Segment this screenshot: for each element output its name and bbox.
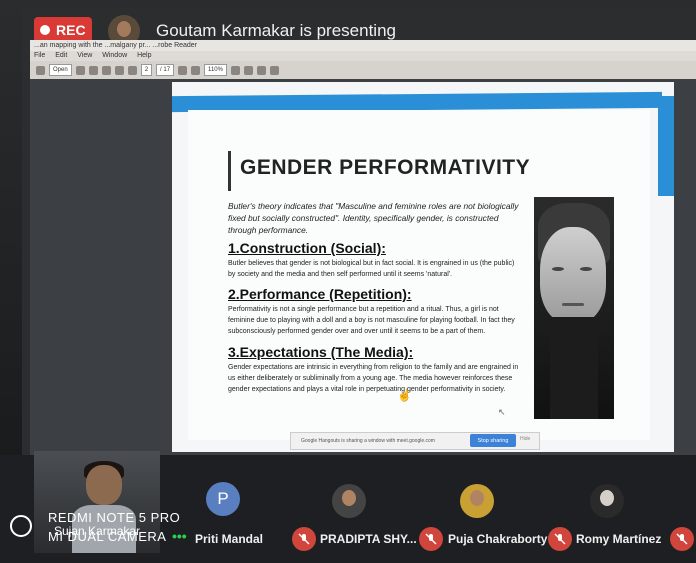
reader-menubar: File Edit View Window Help — [30, 51, 696, 61]
slide-intro: Butler's theory indicates that "Masculin… — [228, 201, 519, 235]
title-rule — [228, 151, 231, 191]
camera-watermark-line1: REDMI NOTE 5 PRO — [48, 510, 181, 525]
section-heading-performance: 2.Performance (Repetition): — [228, 286, 412, 302]
mic-muted-icon — [548, 527, 572, 551]
email-icon[interactable] — [101, 65, 111, 75]
zoom-field[interactable]: 110% — [204, 64, 227, 76]
sign-icon[interactable] — [269, 65, 279, 75]
participant-avatar-romy[interactable] — [590, 484, 624, 518]
hide-link[interactable]: Hide — [520, 436, 530, 442]
section-heading-expectations: 3.Expectations (The Media): — [228, 344, 414, 360]
comment-icon[interactable] — [256, 65, 266, 75]
reader-toolbar: Open 2 / 17 110% — [30, 61, 696, 79]
section-body-performance: Performativity is not a single performan… — [228, 306, 515, 335]
slide-accent-side — [658, 96, 674, 196]
mic-muted-icon — [292, 527, 316, 551]
section-heading-construction: 1.Construction (Social): — [228, 240, 386, 256]
mic-muted-icon — [419, 527, 443, 551]
participant-name-romy: Romy Martínez — [576, 532, 662, 546]
participant-avatar-priti[interactable]: P — [206, 482, 240, 516]
print-icon[interactable] — [88, 65, 98, 75]
speaking-indicator-icon: ••• — [172, 528, 187, 544]
zoom-out-icon[interactable] — [178, 65, 188, 75]
section-body-construction: Butler believes that gender is not biolo… — [228, 260, 515, 278]
prev-page-icon[interactable] — [114, 65, 124, 75]
mouse-cursor-icon: ☝ — [397, 388, 412, 402]
menu-window[interactable]: Window — [102, 52, 127, 59]
page-total: / 17 — [156, 64, 175, 76]
open-icon[interactable] — [36, 65, 45, 75]
portrait-photo — [534, 197, 614, 419]
participant-name-pradipta: PRADIPTA SHY... — [320, 532, 417, 546]
fit-page-icon[interactable] — [230, 65, 240, 75]
zoom-in-icon[interactable] — [191, 65, 201, 75]
record-dot-icon — [40, 25, 50, 35]
pointer-cursor-icon: ↖ — [498, 407, 506, 417]
rec-label: REC — [56, 22, 86, 38]
menu-edit[interactable]: Edit — [55, 52, 67, 59]
mic-muted-icon — [670, 527, 694, 551]
slide-title: GENDER PERFORMATIVITY — [240, 156, 531, 179]
reader-titlebar: ...an mapping with the ...malgany pr... … — [30, 40, 696, 51]
save-icon[interactable] — [75, 65, 85, 75]
menu-file[interactable]: File — [34, 52, 45, 59]
presenter-banner: Goutam Karmakar is presenting — [156, 21, 396, 40]
next-page-icon[interactable] — [127, 65, 137, 75]
participant-name-puja: Puja Chakraborty — [448, 532, 548, 546]
open-button[interactable]: Open — [49, 64, 72, 76]
share-notification-text: Google Hangouts is sharing a window with… — [301, 438, 435, 444]
participant-avatar-pradipta[interactable] — [332, 484, 366, 518]
participant-name-priti: Priti Mandal — [195, 532, 264, 546]
camera-watermark-line2: MI DUAL CAMERA — [48, 529, 167, 544]
menu-help[interactable]: Help — [137, 52, 151, 59]
fit-width-icon[interactable] — [243, 65, 253, 75]
page-number-field[interactable]: 2 — [140, 64, 153, 76]
camera-watermark-circle-icon — [10, 515, 32, 537]
participant-avatar-puja[interactable] — [460, 484, 494, 518]
stop-sharing-button[interactable]: Stop sharing — [470, 434, 516, 447]
menu-view[interactable]: View — [77, 52, 92, 59]
section-body-expectations: Gender expectations are intrinsic in eve… — [228, 364, 519, 393]
